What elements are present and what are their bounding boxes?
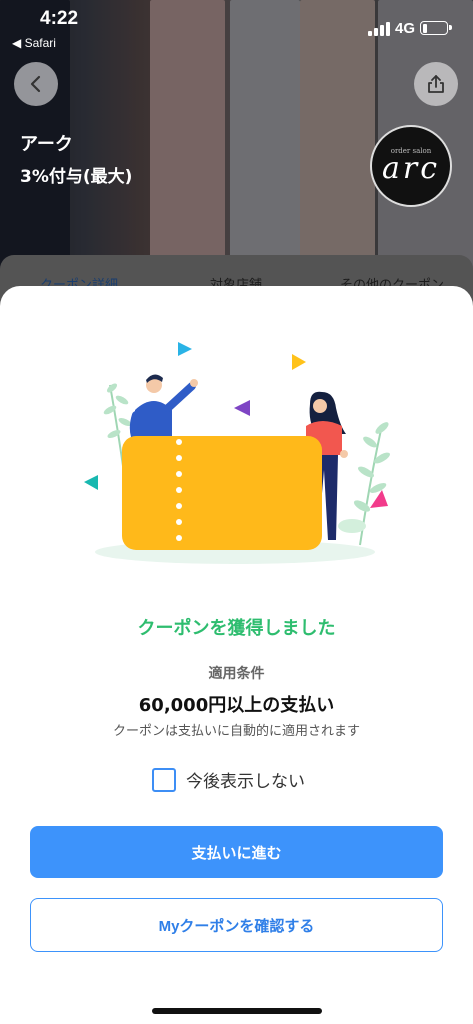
store-logo: order salon arc xyxy=(370,125,452,207)
store-name: アーク xyxy=(20,134,73,155)
confetti-triangle xyxy=(292,354,306,370)
store-logo-text: arc xyxy=(381,150,441,186)
back-to-app-link[interactable]: ◀ Safari xyxy=(12,36,56,50)
share-button[interactable] xyxy=(414,62,458,106)
dont-show-again-option[interactable]: 今後表示しない xyxy=(152,767,305,792)
store-points-rate: 3%付与(最大) xyxy=(20,167,133,187)
coupon-ticket xyxy=(122,436,322,550)
status-time: 4:22 xyxy=(40,8,79,29)
dont-show-again-label[interactable]: 今後表示しない xyxy=(186,767,305,792)
confetti-triangle xyxy=(84,475,98,490)
condition-label: 適用条件 xyxy=(208,666,265,682)
dont-show-again-checkbox[interactable] xyxy=(152,767,176,792)
status-bar: 4:22 ◀ Safari 4G xyxy=(0,0,473,54)
proceed-to-payment-button[interactable]: 支払いに進む xyxy=(30,826,443,878)
signal-icon xyxy=(368,22,390,36)
back-button[interactable] xyxy=(14,62,58,106)
confetti-triangle xyxy=(234,400,250,416)
confetti-triangle xyxy=(178,342,192,356)
sheet-title: クーポンを獲得しました xyxy=(137,618,336,639)
condition-note: クーポンは支払いに自動的に適用されます xyxy=(112,724,360,739)
view-my-coupons-button[interactable]: Myクーポンを確認する xyxy=(30,898,443,952)
battery-icon xyxy=(420,21,452,35)
plant-right xyxy=(338,422,390,546)
condition-value: 60,000円以上の支払い xyxy=(138,695,335,716)
share-icon xyxy=(428,75,444,93)
home-indicator xyxy=(152,1008,322,1014)
coupon-illustration xyxy=(84,342,390,564)
network-type: 4G xyxy=(395,20,416,37)
chevron-left-icon xyxy=(30,75,41,93)
